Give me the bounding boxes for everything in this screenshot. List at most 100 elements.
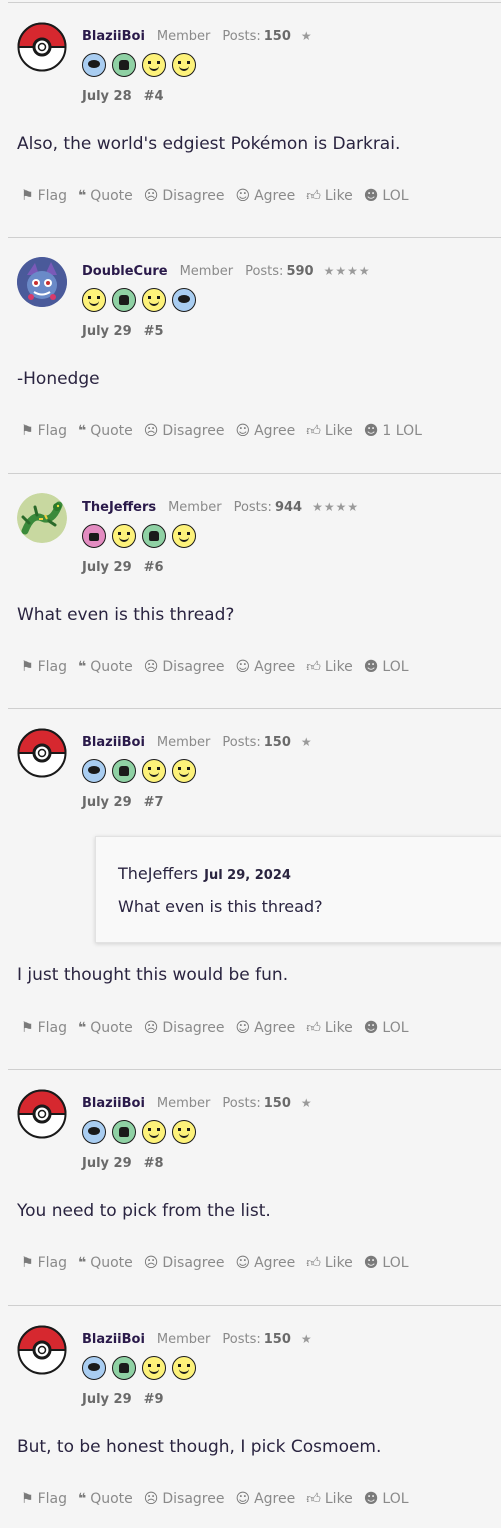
wink-face-icon[interactable]	[142, 759, 166, 783]
agree-button[interactable]: ☺ Agree	[235, 659, 295, 675]
quote-button[interactable]: ❝ Quote	[78, 1255, 133, 1271]
post-date-link[interactable]: July 29	[82, 560, 132, 575]
username-link[interactable]: BlaziiBoi	[82, 29, 145, 44]
pokeball-avatar[interactable]	[17, 728, 67, 778]
speech-bubble-icon[interactable]	[82, 53, 106, 77]
pokeball-avatar[interactable]	[17, 22, 67, 72]
post-number-link[interactable]: #5	[144, 324, 164, 339]
flag-button[interactable]: ⚑ Flag	[21, 188, 67, 204]
cake-icon[interactable]	[82, 524, 106, 548]
username-link[interactable]: BlaziiBoi	[82, 1096, 145, 1111]
post-date-link[interactable]: July 29	[82, 1392, 132, 1407]
post-body: But, to be honest though, I pick Cosmoem…	[17, 1437, 382, 1457]
disagree-button[interactable]: ☹ Disagree	[144, 1020, 225, 1036]
smile-face-icon[interactable]	[172, 1356, 196, 1380]
like-label: Like	[324, 422, 353, 439]
quote-author-link[interactable]: TheJeffers	[118, 864, 198, 883]
smile-face-icon[interactable]	[172, 524, 196, 548]
like-button[interactable]: 👍︎ Like	[306, 1490, 353, 1508]
quote-button[interactable]: ❝ Quote	[78, 423, 133, 439]
lol-button[interactable]: ☻ LOL	[364, 659, 409, 675]
speech-bubble-icon[interactable]	[172, 288, 196, 312]
lol-button[interactable]: ☻ LOL	[364, 1020, 409, 1036]
post-number-link[interactable]: #7	[144, 795, 164, 810]
wink-face-icon[interactable]	[142, 53, 166, 77]
smile-face-icon[interactable]	[172, 1120, 196, 1144]
username-link[interactable]: DoubleCure	[82, 264, 168, 279]
wink-face-icon[interactable]	[82, 288, 106, 312]
speech-bubble-icon[interactable]	[82, 1120, 106, 1144]
post-date-link[interactable]: July 29	[82, 795, 132, 810]
post-date-link[interactable]: July 29	[82, 1156, 132, 1171]
agree-button[interactable]: ☺ Agree	[235, 1020, 295, 1036]
like-button[interactable]: 👍︎ Like	[306, 1254, 353, 1272]
user-role: Member	[156, 1332, 211, 1347]
post-dateline: July 29 #9	[82, 1392, 164, 1407]
post-number-link[interactable]: #8	[144, 1156, 164, 1171]
like-button[interactable]: 👍︎ Like	[306, 422, 353, 440]
agree-button[interactable]: ☺ Agree	[235, 1491, 295, 1507]
username-link[interactable]: TheJeffers	[82, 500, 156, 515]
flag-icon: ⚑	[21, 187, 34, 204]
lol-button[interactable]: ☻ LOL	[364, 1491, 409, 1507]
pokeball-avatar[interactable]	[17, 1325, 67, 1375]
agree-button[interactable]: ☺ Agree	[235, 1255, 295, 1271]
thumbs-up-icon[interactable]	[112, 759, 136, 783]
post-date-link[interactable]: July 29	[82, 324, 132, 339]
thumbs-up-icon[interactable]	[112, 1120, 136, 1144]
thumbs-up-icon[interactable]	[112, 288, 136, 312]
username-link[interactable]: BlaziiBoi	[82, 1332, 145, 1347]
quote-button[interactable]: ❝ Quote	[78, 659, 133, 675]
wink-face-icon[interactable]	[142, 1356, 166, 1380]
posts-count: 150	[263, 735, 291, 750]
disagree-button[interactable]: ☹ Disagree	[144, 1255, 225, 1271]
thumbs-up-icon[interactable]	[142, 524, 166, 548]
thumbs-up-outline-icon: 👍︎	[306, 659, 321, 675]
lol-button[interactable]: ☻ LOL	[364, 1255, 409, 1271]
disagree-button[interactable]: ☹ Disagree	[144, 1491, 225, 1507]
wink-face-icon[interactable]	[112, 524, 136, 548]
agree-button[interactable]: ☺ Agree	[235, 188, 295, 204]
smile-face-icon[interactable]	[172, 53, 196, 77]
quote-author-line: TheJeffers Jul 29, 2024	[118, 864, 291, 883]
lol-button[interactable]: ☻ 1 LOL	[364, 423, 422, 439]
post-number-link[interactable]: #9	[144, 1392, 164, 1407]
post-number-link[interactable]: #6	[144, 560, 164, 575]
flag-button[interactable]: ⚑ Flag	[21, 1255, 67, 1271]
misdreavus-avatar[interactable]	[17, 257, 67, 307]
lol-button[interactable]: ☻ LOL	[364, 188, 409, 204]
thumbs-up-icon[interactable]	[112, 1356, 136, 1380]
user-info: BlaziiBoi Member Posts: 150 ★	[82, 29, 313, 44]
quote-button[interactable]: ❝ Quote	[78, 188, 133, 204]
disagree-button[interactable]: ☹ Disagree	[144, 188, 225, 204]
flag-button[interactable]: ⚑ Flag	[21, 423, 67, 439]
flag-button[interactable]: ⚑ Flag	[21, 1020, 67, 1036]
thumbs-up-icon[interactable]	[112, 53, 136, 77]
disagree-button[interactable]: ☹ Disagree	[144, 423, 225, 439]
agree-button[interactable]: ☺ Agree	[235, 423, 295, 439]
flag-button[interactable]: ⚑ Flag	[21, 659, 67, 675]
smile-face-icon[interactable]	[172, 759, 196, 783]
quote-label: Quote	[90, 1490, 133, 1507]
quote-button[interactable]: ❝ Quote	[78, 1491, 133, 1507]
like-button[interactable]: 👍︎ Like	[306, 1019, 353, 1037]
quote-icon: ❝	[77, 1019, 87, 1036]
like-button[interactable]: 👍︎ Like	[306, 187, 353, 205]
smile-icon: ☺	[235, 422, 251, 439]
smile-face-icon[interactable]	[142, 288, 166, 312]
posts-count: 150	[263, 1332, 291, 1347]
speech-bubble-icon[interactable]	[82, 759, 106, 783]
quote-date-link[interactable]: Jul 29, 2024	[204, 868, 291, 883]
username-link[interactable]: BlaziiBoi	[82, 735, 145, 750]
pokeball-avatar[interactable]	[17, 1089, 67, 1139]
disagree-button[interactable]: ☹ Disagree	[144, 659, 225, 675]
post-number-link[interactable]: #4	[144, 89, 164, 104]
speech-bubble-icon[interactable]	[82, 1356, 106, 1380]
quote-icon: ❝	[77, 1490, 87, 1507]
post-date-link[interactable]: July 28	[82, 89, 132, 104]
wink-face-icon[interactable]	[142, 1120, 166, 1144]
flag-button[interactable]: ⚑ Flag	[21, 1491, 67, 1507]
like-button[interactable]: 👍︎ Like	[306, 658, 353, 676]
quote-button[interactable]: ❝ Quote	[78, 1020, 133, 1036]
rayquaza-avatar[interactable]	[17, 493, 67, 543]
